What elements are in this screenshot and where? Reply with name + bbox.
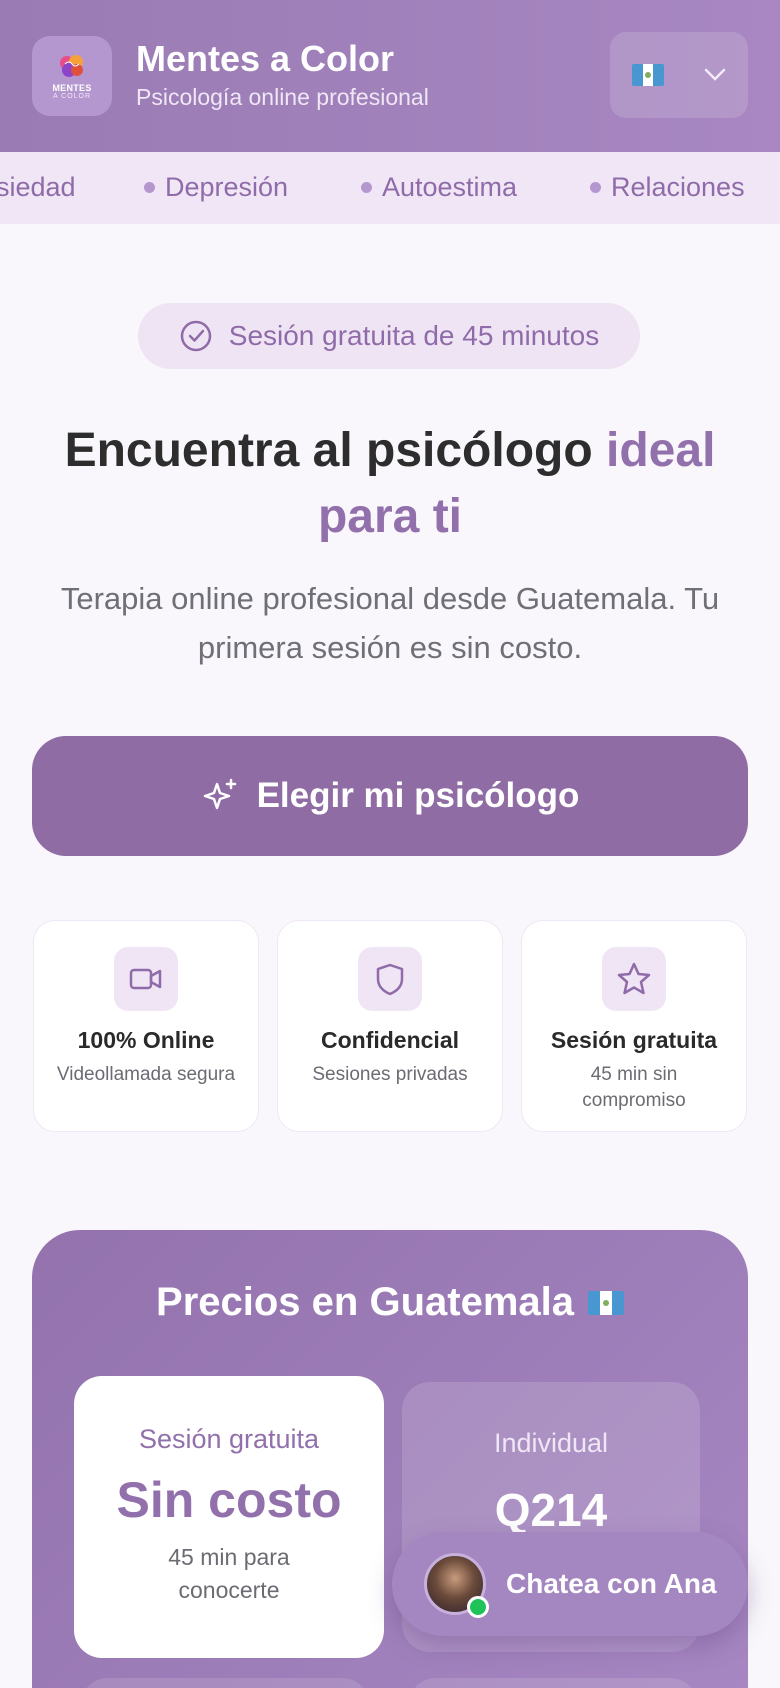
shield-icon — [358, 947, 422, 1011]
feature-title: Sesión gratuita — [550, 1027, 718, 1053]
hero-subtitle: Terapia online profesional desde Guatema… — [60, 581, 720, 665]
feature-card-online: 100% Online Videollamada segura — [33, 920, 259, 1132]
logo-text: MENTES — [52, 83, 92, 93]
topics-ticker: siedad Depresión Autoestima Relaciones — [0, 152, 780, 224]
price-label: Sesión gratuita — [138, 1424, 320, 1454]
cta-label: Elegir mi psicólogo — [256, 776, 580, 815]
check-circle-icon — [180, 320, 212, 352]
ticker-item: siedad — [0, 172, 76, 202]
brand-title: Mentes a Color — [136, 38, 395, 79]
online-status-indicator — [467, 1596, 489, 1618]
sparkles-icon — [203, 778, 236, 810]
pricing-title: Precios en Guatemala — [32, 1280, 748, 1325]
video-icon — [114, 947, 178, 1011]
chat-with-ana-button[interactable]: Chatea con Ana — [392, 1532, 748, 1636]
hero-title: Encuentra al psicólogo ideal para ti — [64, 424, 716, 543]
feature-desc: 45 min sin compromiso — [582, 1064, 686, 1111]
app-header: MENTES A COLOR Mentes a Color Psicología… — [0, 0, 780, 152]
guatemala-flag-icon — [632, 64, 664, 86]
feature-desc: Videollamada segura — [56, 1064, 236, 1085]
chat-label: Chatea con Ana — [506, 1568, 717, 1599]
ticker-item: Autoestima — [361, 172, 517, 203]
chevron-down-icon — [704, 68, 726, 81]
country-selector-button[interactable] — [610, 32, 748, 118]
free-session-badge: Sesión gratuita de 45 minutos — [138, 303, 640, 369]
price-label: Individual — [493, 1428, 609, 1458]
feature-desc: Sesiones privadas — [312, 1064, 468, 1085]
logo-subtext: A COLOR — [52, 93, 92, 100]
feature-card-free-session: Sesión gratuita 45 min sin compromiso — [521, 920, 747, 1132]
ticker-item: Depresión — [144, 172, 288, 203]
choose-psychologist-button[interactable]: Elegir mi psicólogo — [32, 736, 748, 856]
price-card-free[interactable]: Sesión gratuita Sin costo 45 min para co… — [74, 1376, 384, 1658]
avatar — [424, 1553, 489, 1618]
guatemala-flag-icon — [587, 1290, 624, 1315]
star-icon — [602, 947, 666, 1011]
price-value: Sin costo — [116, 1472, 342, 1528]
feature-title: 100% Online — [77, 1027, 215, 1053]
brain-logo-icon — [60, 55, 83, 77]
price-value: Q214 — [494, 1484, 608, 1536]
feature-title: Confidencial — [320, 1027, 459, 1053]
logo[interactable]: MENTES A COLOR — [32, 36, 112, 116]
price-card-partial[interactable] — [80, 1678, 370, 1688]
badge-label: Sesión gratuita de 45 minutos — [228, 320, 600, 351]
price-card-partial[interactable] — [408, 1678, 698, 1688]
feature-card-confidential: Confidencial Sesiones privadas — [277, 920, 503, 1132]
price-desc: 45 min para conocerte — [168, 1544, 290, 1603]
brand-subtitle: Psicología online profesional — [136, 84, 429, 110]
ticker-item: Relaciones — [590, 172, 745, 203]
